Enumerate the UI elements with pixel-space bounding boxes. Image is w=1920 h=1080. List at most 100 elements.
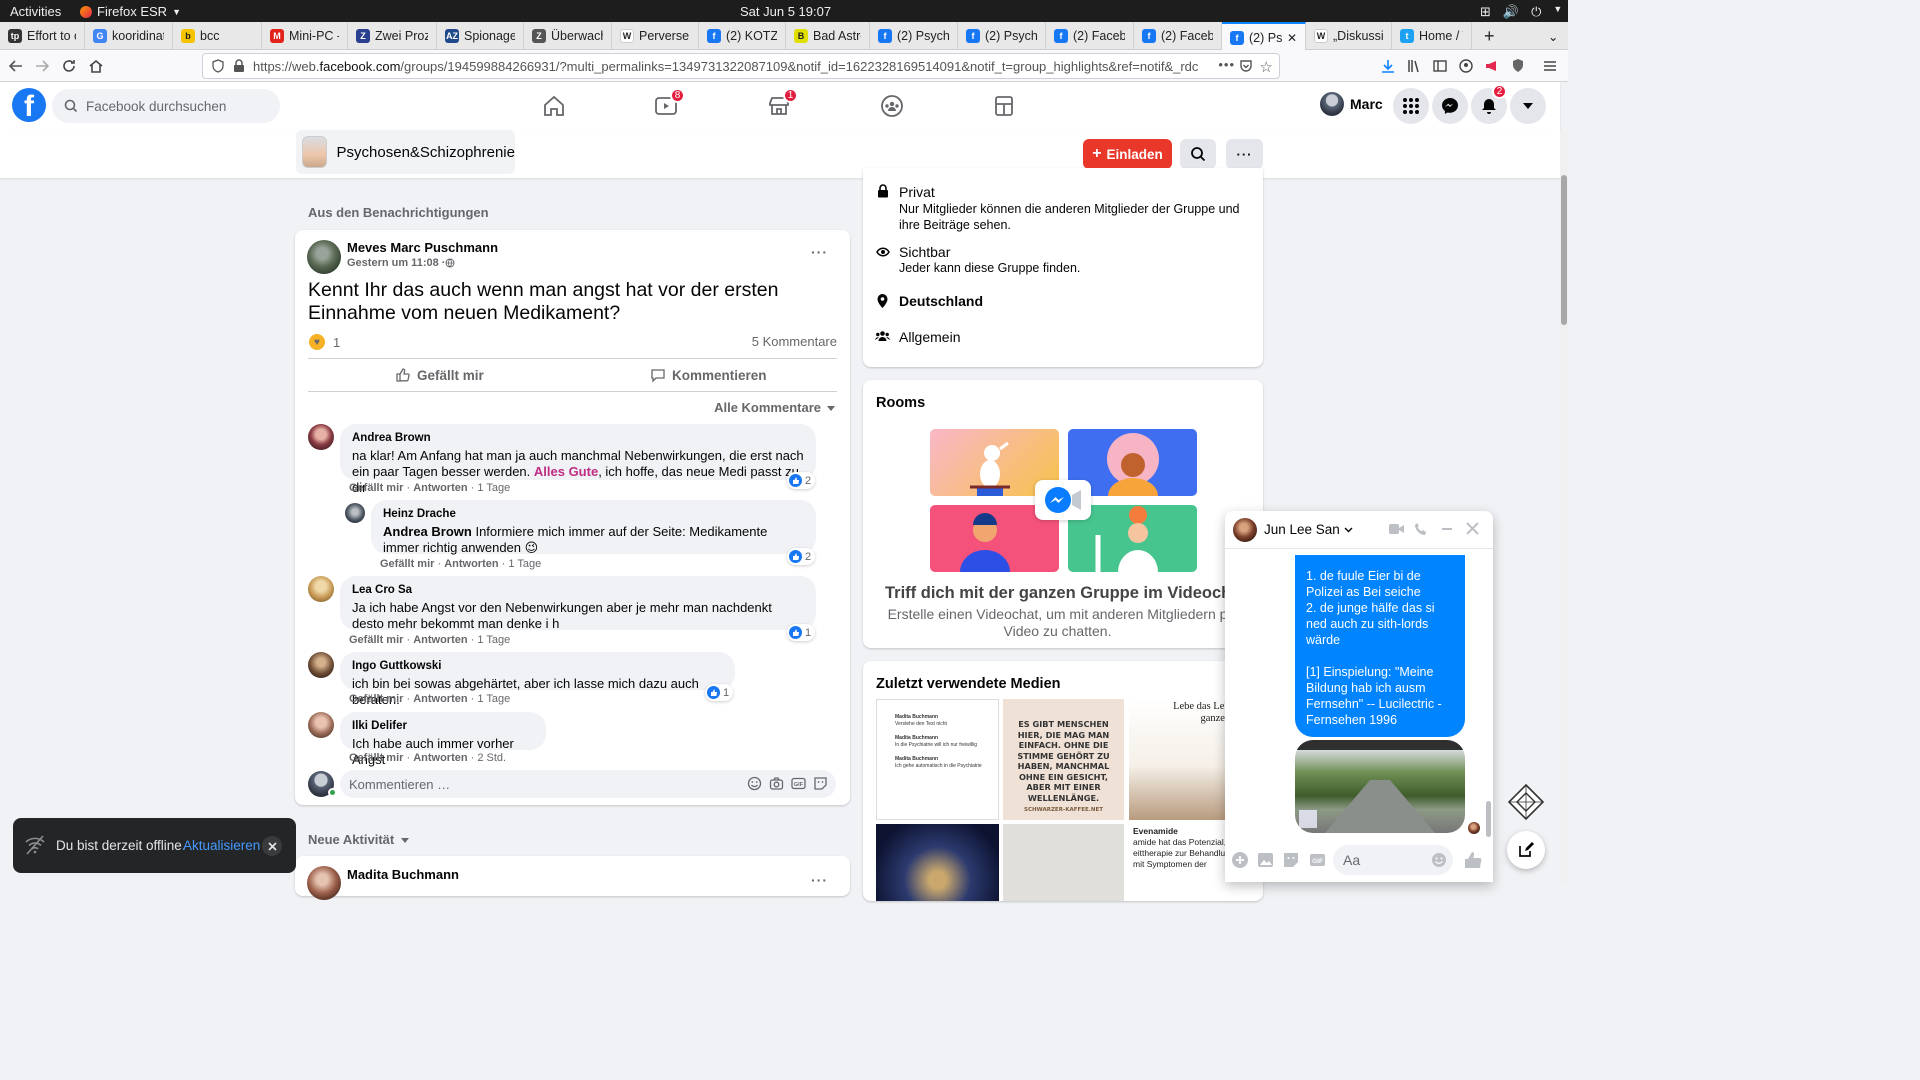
plus-circle-icon[interactable] [1231,851,1249,869]
lock-icon[interactable] [233,59,245,73]
browser-tab[interactable]: f (2) Psych [870,22,958,50]
downloads-button[interactable] [1378,56,1398,76]
search-input[interactable]: Facebook durchsuchen [86,99,226,114]
browser-tab[interactable]: Gkooridinat [85,22,173,50]
avatar[interactable] [307,866,341,900]
emoji-icon[interactable] [747,776,762,791]
browser-tab[interactable]: b bcc [173,22,262,50]
gif-icon[interactable]: GIF [1309,852,1326,868]
search-box[interactable]: Facebook durchsuchen [52,89,280,123]
media-thumbnail[interactable] [876,824,999,901]
media-thumbnail[interactable]: ES GIBT MENSCHEN HIER, DIE MAG MAN EINFA… [1003,699,1124,820]
nav-gaming[interactable] [984,90,1024,122]
system-tray[interactable]: ⊞ 🔊 ⏻ ▼ [1480,4,1562,20]
extension-button[interactable] [1482,56,1502,76]
comment-filter-dropdown[interactable]: Alle Kommentare [714,400,836,415]
mention-link[interactable]: Andrea Brown [383,524,472,539]
page-actions-icon[interactable]: ••• [1212,57,1235,72]
chat-message-bubble[interactable]: 1. de fuule Eier bi de Polizei as Bei se… [1295,555,1465,737]
comment-like-link[interactable]: Gefällt mir [349,482,403,494]
gif-icon[interactable]: GIF [791,776,806,791]
post-author[interactable]: Meves Marc Puschmann [347,240,498,255]
comment-age[interactable]: 2 Std. [477,752,506,764]
comment-input[interactable]: Kommentieren … GIF [340,770,836,798]
page-scrollbar-thumb[interactable] [1561,175,1567,325]
clock[interactable]: Sat Jun 5 19:07 [740,4,831,19]
browser-tab[interactable]: AZ Spionage [437,22,524,50]
post-author[interactable]: Madita Buchmann [347,867,459,882]
minimize-button[interactable] [1440,522,1454,536]
url-bar[interactable]: https://web. facebook.com/groups/19459988… [202,53,1280,79]
comment-author[interactable]: Lea Cro Sa [352,582,804,598]
account-button[interactable] [1456,56,1476,76]
browser-tab[interactable]: W Perverse [612,22,699,50]
pocket-icon[interactable] [1239,59,1253,73]
comment-like-link[interactable]: Gefällt mir [349,693,403,705]
profile-button[interactable]: Marc [1320,92,1383,116]
comment-age[interactable]: 1 Tage [477,482,510,494]
sidebar-button[interactable] [1430,56,1450,76]
sticker-icon[interactable] [813,776,828,791]
comment-reply-link[interactable]: Antworten [413,752,467,764]
browser-tab[interactable]: Z Überwach [524,22,612,50]
comment-age[interactable]: 1 Tage [477,693,510,705]
tab-close-icon[interactable]: ✕ [1287,31,1297,45]
diamond-logo-icon[interactable] [1507,783,1545,821]
comment-count[interactable]: 5 Kommentare [752,334,837,349]
post-time[interactable]: Gestern um 11:08 · [347,257,455,269]
new-tab-button[interactable]: + [1476,22,1503,50]
browser-tab[interactable]: f (2) Faceb [1046,22,1134,50]
image-icon[interactable] [1257,852,1274,868]
chat-message-input[interactable]: Aa [1333,845,1453,875]
voice-call-button[interactable] [1414,522,1428,536]
comment-age[interactable]: 1 Tage [477,634,510,646]
menu-button[interactable] [1540,56,1560,76]
comment-like-link[interactable]: Gefällt mir [349,634,403,646]
avatar[interactable] [1233,518,1257,542]
comment-reply-link[interactable]: Antworten [444,558,498,570]
chat-scrollbar[interactable] [1486,801,1491,837]
comment-author[interactable]: Andrea Brown [352,430,804,446]
avatar[interactable] [308,652,334,678]
video-call-button[interactable] [1388,522,1405,536]
avatar[interactable] [308,576,334,602]
emoji-icon[interactable] [1431,852,1447,868]
app-menu[interactable]: Firefox ESR ▼ [80,4,181,19]
bookmark-star-icon[interactable]: ☆ [1260,58,1273,76]
comment-age[interactable]: 1 Tage [508,558,541,570]
tab-list-button[interactable]: ⌄ [1540,22,1566,50]
toast-refresh-link[interactable]: Aktualisieren [183,838,260,853]
menu-button[interactable] [1393,88,1429,124]
invite-button[interactable]: + Einladen [1083,139,1172,169]
browser-tab[interactable]: M Mini-PC - [262,22,348,50]
account-menu-button[interactable] [1510,88,1546,124]
nav-groups[interactable] [872,90,912,122]
comment-reply-link[interactable]: Antworten [413,482,467,494]
media-thumbnail[interactable]: Madita Buchmann Verstehe den Text nicht … [876,699,999,820]
avatar[interactable] [345,503,365,523]
like-button[interactable]: Gefällt mir [395,367,484,383]
comment-author[interactable]: Ilki Delifer [352,718,534,734]
nav-marketplace[interactable]: 1 [759,88,799,122]
comment-author[interactable]: Heinz Drache [383,506,804,522]
comment-like-count[interactable]: 1 [705,684,734,701]
avatar[interactable] [308,424,334,450]
group-more-button[interactable]: ··· [1226,139,1263,169]
browser-tab[interactable]: f (2) Faceb [1134,22,1222,50]
comment-like-link[interactable]: Gefällt mir [349,752,403,764]
comment-like-count[interactable]: 2 [787,548,816,565]
new-activity-header[interactable]: Neue Aktivität [308,832,410,847]
home-button[interactable] [86,56,106,76]
browser-tab[interactable]: f (2) Psych [958,22,1046,50]
browser-tab[interactable]: B Bad Astro [786,22,870,50]
chat-contact-name[interactable]: Jun Lee San [1264,522,1353,537]
thumbs-up-send-icon[interactable] [1464,851,1482,869]
shield-icon[interactable] [211,59,225,73]
avatar[interactable] [308,712,334,738]
highlighted-phrase[interactable]: Alles Gute [534,464,598,479]
new-message-button[interactable] [1507,831,1545,869]
messenger-button[interactable] [1432,88,1468,124]
reload-button[interactable] [59,56,79,76]
sticker-icon[interactable] [1283,852,1299,868]
comment-like-link[interactable]: Gefällt mir [380,558,434,570]
